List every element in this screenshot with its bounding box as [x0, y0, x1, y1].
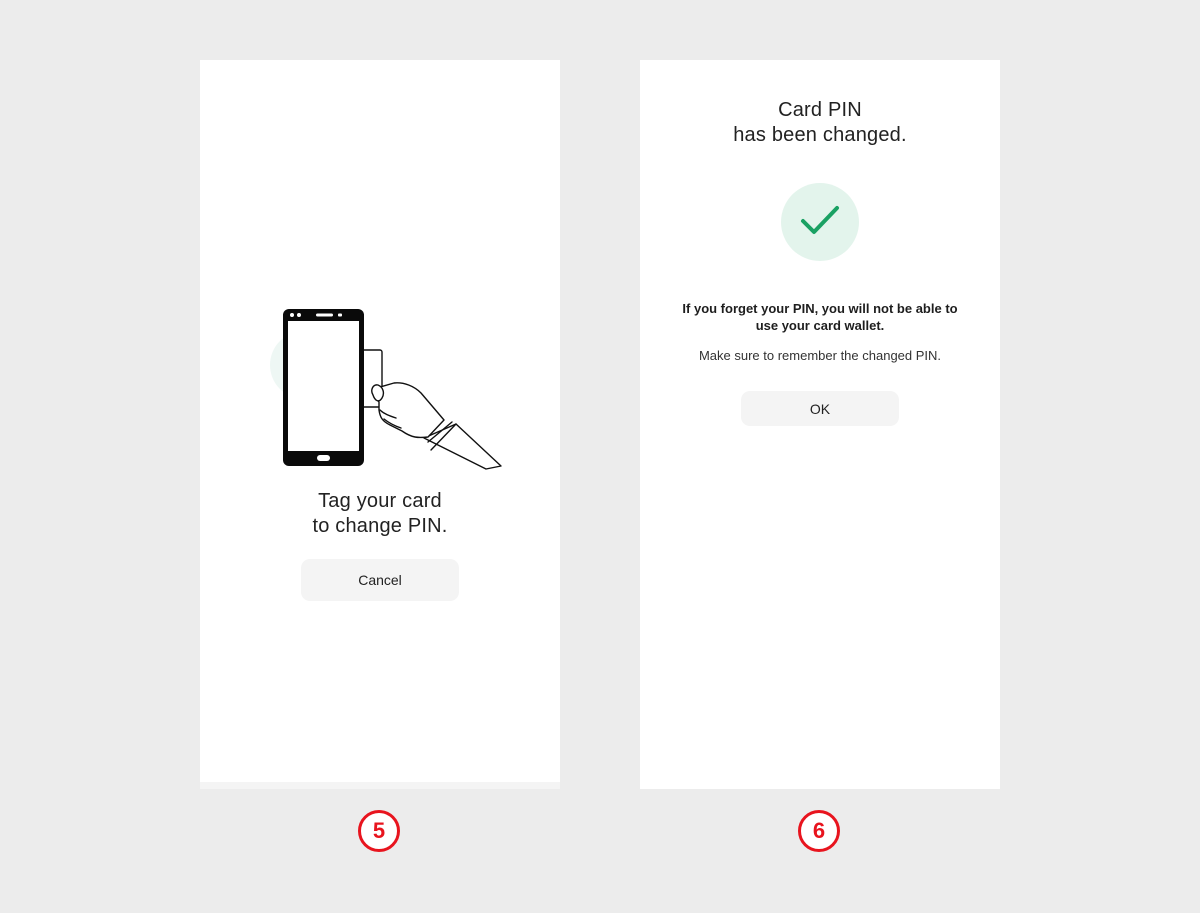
success-indicator — [781, 183, 859, 261]
pin-changed-title: Card PIN has been changed. — [640, 98, 1000, 148]
ok-button[interactable]: OK — [741, 391, 899, 426]
tag-card-title: Tag your card to change PIN. — [200, 489, 560, 539]
pin-warning-line-1: If you forget your PIN, you will not be … — [682, 301, 958, 316]
pin-warning-line-2: use your card wallet. — [755, 318, 885, 333]
phone-card-tag-illustration — [270, 309, 502, 470]
pin-changed-title-line-1: Card PIN — [778, 99, 862, 121]
pin-changed-screen: Card PIN has been changed. If you forget… — [640, 60, 1000, 789]
tag-card-screen: Tag your card to change PIN. Cancel — [200, 60, 560, 789]
step-badge-5: 5 — [358, 810, 400, 852]
pin-changed-title-line-2: has been changed. — [733, 124, 907, 146]
tag-card-title-line-2: to change PIN. — [312, 515, 448, 537]
tag-card-title-line-1: Tag your card — [318, 490, 442, 512]
remember-pin-note: Make sure to remember the changed PIN. — [698, 348, 942, 363]
cancel-button[interactable]: Cancel — [301, 559, 459, 601]
check-icon — [801, 206, 839, 234]
step-badge-6: 6 — [798, 810, 840, 852]
pin-warning-text: If you forget your PIN, you will not be … — [640, 300, 1000, 334]
